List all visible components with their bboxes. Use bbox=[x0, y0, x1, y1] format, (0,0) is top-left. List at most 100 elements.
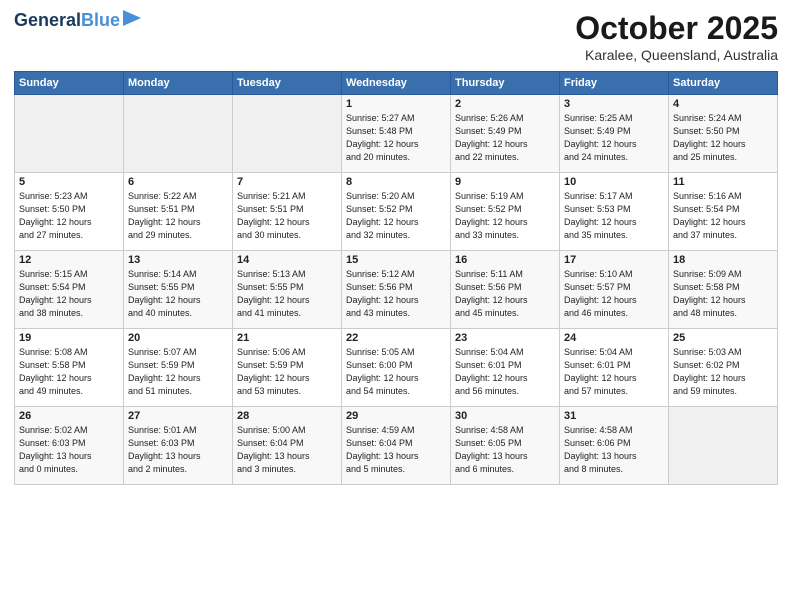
calendar-week-2: 12Sunrise: 5:15 AMSunset: 5:54 PMDayligh… bbox=[15, 251, 778, 329]
calendar-cell: 17 Sunrise: 5:10 AMSunset: 5:57 PMDayligh… bbox=[560, 251, 669, 329]
day-info: Sunrise: 5:04 AMSunset: 6:01 PMDaylight:… bbox=[455, 346, 555, 398]
day-number: 2 bbox=[455, 98, 555, 110]
day-number: 8 bbox=[346, 176, 446, 188]
day-info: Sunrise: 5:17 AMSunset: 5:53 PMDaylight:… bbox=[564, 190, 664, 242]
day-number: 25 bbox=[673, 332, 773, 344]
day-number: 29 bbox=[346, 410, 446, 422]
calendar-week-4: 26 Sunrise: 5:02 AMSunset: 6:03 PMDayligh… bbox=[15, 407, 778, 485]
day-number: 18 bbox=[673, 254, 773, 266]
day-number: 20 bbox=[128, 332, 228, 344]
calendar-cell: 3 Sunrise: 5:25 AMSunset: 5:49 PMDaylight… bbox=[560, 95, 669, 173]
day-number: 23 bbox=[455, 332, 555, 344]
day-info: Sunrise: 5:25 AMSunset: 5:49 PMDaylight:… bbox=[564, 112, 664, 164]
weekday-header-saturday: Saturday bbox=[669, 72, 778, 95]
subtitle: Karalee, Queensland, Australia bbox=[575, 47, 778, 63]
day-number: 3 bbox=[564, 98, 664, 110]
calendar-cell: 26 Sunrise: 5:02 AMSunset: 6:03 PMDayligh… bbox=[15, 407, 124, 485]
calendar-cell: 8 Sunrise: 5:20 AMSunset: 5:52 PMDaylight… bbox=[342, 173, 451, 251]
calendar-cell: 14 Sunrise: 5:13 AMSunset: 5:55 PMDayligh… bbox=[233, 251, 342, 329]
day-info: Sunrise: 4:58 AMSunset: 6:05 PMDaylight:… bbox=[455, 424, 555, 476]
month-title: October 2025 bbox=[575, 10, 778, 47]
day-number: 1 bbox=[346, 98, 446, 110]
calendar-cell: 25Sunrise: 5:03 AMSunset: 6:02 PMDayligh… bbox=[669, 329, 778, 407]
day-number: 13 bbox=[128, 254, 228, 266]
calendar-cell bbox=[669, 407, 778, 485]
calendar-cell: 24 Sunrise: 5:04 AMSunset: 6:01 PMDayligh… bbox=[560, 329, 669, 407]
weekday-header-monday: Monday bbox=[124, 72, 233, 95]
day-info: Sunrise: 4:59 AMSunset: 6:04 PMDaylight:… bbox=[346, 424, 446, 476]
calendar-cell: 16 Sunrise: 5:11 AMSunset: 5:56 PMDayligh… bbox=[451, 251, 560, 329]
calendar-week-1: 5 Sunrise: 5:23 AMSunset: 5:50 PMDaylight… bbox=[15, 173, 778, 251]
weekday-header-tuesday: Tuesday bbox=[233, 72, 342, 95]
day-number: 7 bbox=[237, 176, 337, 188]
day-info: Sunrise: 5:23 AMSunset: 5:50 PMDaylight:… bbox=[19, 190, 119, 242]
calendar-cell: 31Sunrise: 4:58 AMSunset: 6:06 PMDayligh… bbox=[560, 407, 669, 485]
day-number: 9 bbox=[455, 176, 555, 188]
logo-general: GeneralBlue bbox=[14, 11, 120, 31]
calendar-cell: 9 Sunrise: 5:19 AMSunset: 5:52 PMDaylight… bbox=[451, 173, 560, 251]
day-info: Sunrise: 5:09 AMSunset: 5:58 PMDaylight:… bbox=[673, 268, 773, 320]
day-number: 6 bbox=[128, 176, 228, 188]
day-info: Sunrise: 5:07 AMSunset: 5:59 PMDaylight:… bbox=[128, 346, 228, 398]
weekday-header-thursday: Thursday bbox=[451, 72, 560, 95]
calendar-cell: 15Sunrise: 5:12 AMSunset: 5:56 PMDayligh… bbox=[342, 251, 451, 329]
day-number: 5 bbox=[19, 176, 119, 188]
day-info: Sunrise: 5:19 AMSunset: 5:52 PMDaylight:… bbox=[455, 190, 555, 242]
day-number: 19 bbox=[19, 332, 119, 344]
day-number: 12 bbox=[19, 254, 119, 266]
day-number: 22 bbox=[346, 332, 446, 344]
calendar-cell: 13 Sunrise: 5:14 AMSunset: 5:55 PMDayligh… bbox=[124, 251, 233, 329]
day-number: 30 bbox=[455, 410, 555, 422]
day-number: 26 bbox=[19, 410, 119, 422]
day-info: Sunrise: 5:21 AMSunset: 5:51 PMDaylight:… bbox=[237, 190, 337, 242]
day-info: Sunrise: 5:14 AMSunset: 5:55 PMDaylight:… bbox=[128, 268, 228, 320]
day-number: 24 bbox=[564, 332, 664, 344]
weekday-header-friday: Friday bbox=[560, 72, 669, 95]
day-info: Sunrise: 5:05 AMSunset: 6:00 PMDaylight:… bbox=[346, 346, 446, 398]
day-info: Sunrise: 5:04 AMSunset: 6:01 PMDaylight:… bbox=[564, 346, 664, 398]
day-number: 31 bbox=[564, 410, 664, 422]
day-info: Sunrise: 5:02 AMSunset: 6:03 PMDaylight:… bbox=[19, 424, 119, 476]
calendar-cell bbox=[124, 95, 233, 173]
calendar-header: SundayMondayTuesdayWednesdayThursdayFrid… bbox=[15, 72, 778, 95]
day-number: 16 bbox=[455, 254, 555, 266]
day-number: 14 bbox=[237, 254, 337, 266]
day-number: 10 bbox=[564, 176, 664, 188]
day-info: Sunrise: 5:20 AMSunset: 5:52 PMDaylight:… bbox=[346, 190, 446, 242]
calendar-cell: 19 Sunrise: 5:08 AMSunset: 5:58 PMDayligh… bbox=[15, 329, 124, 407]
calendar-cell: 20 Sunrise: 5:07 AMSunset: 5:59 PMDayligh… bbox=[124, 329, 233, 407]
calendar-cell: 21Sunrise: 5:06 AMSunset: 5:59 PMDayligh… bbox=[233, 329, 342, 407]
day-info: Sunrise: 5:01 AMSunset: 6:03 PMDaylight:… bbox=[128, 424, 228, 476]
calendar-cell bbox=[15, 95, 124, 173]
logo-blue-text: Blue bbox=[81, 10, 120, 30]
day-number: 11 bbox=[673, 176, 773, 188]
day-number: 17 bbox=[564, 254, 664, 266]
calendar-cell: 12Sunrise: 5:15 AMSunset: 5:54 PMDayligh… bbox=[15, 251, 124, 329]
day-info: Sunrise: 5:11 AMSunset: 5:56 PMDaylight:… bbox=[455, 268, 555, 320]
calendar-week-0: 1Sunrise: 5:27 AMSunset: 5:48 PMDaylight… bbox=[15, 95, 778, 173]
calendar-cell: 5 Sunrise: 5:23 AMSunset: 5:50 PMDaylight… bbox=[15, 173, 124, 251]
calendar-cell: 10 Sunrise: 5:17 AMSunset: 5:53 PMDayligh… bbox=[560, 173, 669, 251]
day-info: Sunrise: 5:13 AMSunset: 5:55 PMDaylight:… bbox=[237, 268, 337, 320]
weekday-header-sunday: Sunday bbox=[15, 72, 124, 95]
calendar-table: SundayMondayTuesdayWednesdayThursdayFrid… bbox=[14, 71, 778, 485]
calendar-cell: 1Sunrise: 5:27 AMSunset: 5:48 PMDaylight… bbox=[342, 95, 451, 173]
calendar-cell: 4 Sunrise: 5:24 AMSunset: 5:50 PMDaylight… bbox=[669, 95, 778, 173]
day-info: Sunrise: 5:06 AMSunset: 5:59 PMDaylight:… bbox=[237, 346, 337, 398]
day-info: Sunrise: 5:26 AMSunset: 5:49 PMDaylight:… bbox=[455, 112, 555, 164]
calendar-cell: 6 Sunrise: 5:22 AMSunset: 5:51 PMDaylight… bbox=[124, 173, 233, 251]
day-number: 27 bbox=[128, 410, 228, 422]
calendar-week-3: 19 Sunrise: 5:08 AMSunset: 5:58 PMDayligh… bbox=[15, 329, 778, 407]
day-info: Sunrise: 5:08 AMSunset: 5:58 PMDaylight:… bbox=[19, 346, 119, 398]
weekday-header-wednesday: Wednesday bbox=[342, 72, 451, 95]
calendar-cell: 30 Sunrise: 4:58 AMSunset: 6:05 PMDayligh… bbox=[451, 407, 560, 485]
day-info: Sunrise: 5:22 AMSunset: 5:51 PMDaylight:… bbox=[128, 190, 228, 242]
day-info: Sunrise: 5:24 AMSunset: 5:50 PMDaylight:… bbox=[673, 112, 773, 164]
header: GeneralBlue October 2025 Karalee, Queens… bbox=[14, 10, 778, 63]
calendar-cell: 2 Sunrise: 5:26 AMSunset: 5:49 PMDaylight… bbox=[451, 95, 560, 173]
day-info: Sunrise: 5:10 AMSunset: 5:57 PMDaylight:… bbox=[564, 268, 664, 320]
day-info: Sunrise: 5:00 AMSunset: 6:04 PMDaylight:… bbox=[237, 424, 337, 476]
day-number: 4 bbox=[673, 98, 773, 110]
calendar-cell: 29 Sunrise: 4:59 AMSunset: 6:04 PMDayligh… bbox=[342, 407, 451, 485]
day-number: 28 bbox=[237, 410, 337, 422]
